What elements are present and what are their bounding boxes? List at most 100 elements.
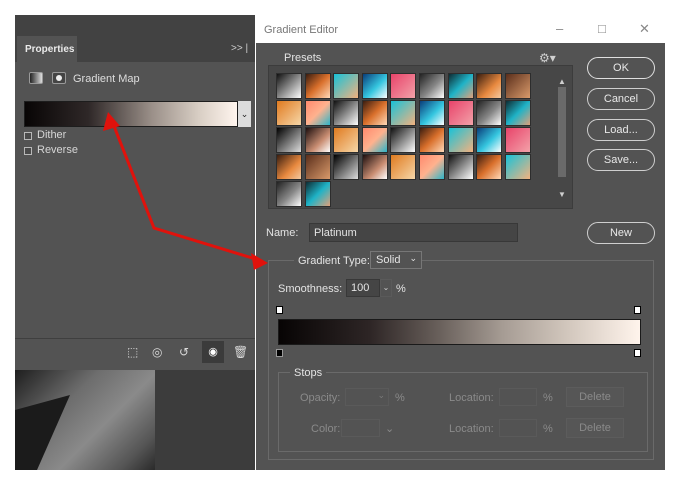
preset-swatch[interactable]: [304, 154, 331, 180]
opacity-location-label: Location:: [449, 392, 494, 404]
reverse-label: Reverse: [37, 144, 78, 156]
minimize-icon[interactable]: –: [556, 21, 563, 36]
opacity-location-input[interactable]: [499, 388, 537, 406]
gradient-type-value: Solid: [376, 254, 401, 266]
preset-swatch[interactable]: [447, 154, 474, 180]
preset-swatch[interactable]: [333, 127, 360, 153]
view-previous-state-icon[interactable]: ◎: [152, 345, 162, 359]
stops-label: Stops: [290, 367, 327, 379]
color-swatch-field[interactable]: [341, 419, 380, 437]
opacity-label: Opacity:: [300, 392, 341, 404]
visibility-eye-icon[interactable]: ◉: [202, 341, 224, 363]
preset-swatch[interactable]: [504, 73, 531, 99]
preset-swatch[interactable]: [333, 100, 360, 126]
color-stop-right[interactable]: [634, 349, 641, 357]
delete-trash-icon[interactable]: 🗑: [233, 345, 248, 359]
color-stop-left[interactable]: [276, 349, 283, 357]
preset-swatch[interactable]: [504, 127, 531, 153]
delete-opacity-stop-button[interactable]: Delete: [566, 387, 624, 407]
preset-swatch[interactable]: [276, 154, 302, 180]
preset-swatch[interactable]: [304, 100, 331, 126]
color-location-label: Location:: [449, 423, 494, 435]
preset-swatch[interactable]: [504, 100, 531, 126]
delete-color-stop-button[interactable]: Delete: [566, 418, 624, 438]
preset-swatch[interactable]: [361, 100, 388, 126]
preset-swatch[interactable]: [276, 181, 302, 207]
tab-properties[interactable]: Properties: [17, 36, 77, 62]
preset-swatch-grid: [276, 73, 561, 207]
clip-to-layer-icon[interactable]: ⬚: [127, 345, 138, 359]
gradient-dropdown-icon[interactable]: ⌄: [238, 101, 251, 127]
load-button[interactable]: Load...: [587, 119, 655, 141]
preset-swatch[interactable]: [304, 127, 331, 153]
scroll-up-icon[interactable]: ▲: [558, 77, 566, 86]
preset-swatch[interactable]: [476, 100, 503, 126]
preset-swatch[interactable]: [333, 73, 360, 99]
preset-swatch[interactable]: [476, 154, 503, 180]
preset-swatch[interactable]: [361, 73, 388, 99]
preset-swatch[interactable]: [361, 154, 388, 180]
smoothness-input[interactable]: 100: [346, 279, 380, 297]
opacity-stop-left[interactable]: [276, 306, 283, 314]
panel-menu-icon[interactable]: >> |: [231, 43, 248, 54]
preset-swatch[interactable]: [447, 100, 474, 126]
gradient-type-label: Gradient Type:: [294, 255, 374, 267]
gradient-map-preview[interactable]: [24, 101, 238, 127]
preset-swatch[interactable]: [276, 73, 302, 99]
preset-swatch[interactable]: [390, 73, 417, 99]
preset-swatch[interactable]: [419, 100, 445, 126]
new-button[interactable]: New: [587, 222, 655, 244]
cancel-button[interactable]: Cancel: [587, 88, 655, 110]
chevron-down-icon: ⌄: [377, 390, 385, 400]
opacity-stop-right[interactable]: [634, 306, 641, 314]
preset-swatch[interactable]: [447, 73, 474, 99]
gradient-bar[interactable]: [278, 319, 641, 345]
preset-swatch[interactable]: [390, 127, 417, 153]
opacity-location-percent: %: [543, 392, 553, 404]
name-label: Name:: [266, 227, 299, 239]
gradient-editor-dialog: Gradient Editor – □ ✕ Presets ⚙▾ ▲ ▼ OK …: [256, 15, 665, 470]
name-input[interactable]: Platinum: [309, 223, 518, 242]
save-button[interactable]: Save...: [587, 149, 655, 171]
preset-swatch[interactable]: [390, 154, 417, 180]
maximize-icon[interactable]: □: [598, 21, 606, 36]
color-location-percent: %: [543, 423, 553, 435]
layer-mask-icon[interactable]: [52, 72, 66, 84]
preset-swatch[interactable]: [276, 127, 302, 153]
preset-swatch[interactable]: [390, 100, 417, 126]
presets-scrollbar[interactable]: [558, 87, 566, 177]
close-icon[interactable]: ✕: [639, 21, 650, 37]
dialog-title: Gradient Editor: [264, 24, 338, 36]
preset-swatch[interactable]: [419, 127, 445, 153]
preset-swatch[interactable]: [361, 127, 388, 153]
smoothness-label: Smoothness:: [278, 283, 343, 295]
preset-swatch[interactable]: [447, 127, 474, 153]
preset-swatch[interactable]: [476, 73, 503, 99]
stops-group: [278, 372, 648, 452]
preset-swatch[interactable]: [419, 154, 445, 180]
gradient-type-select[interactable]: Solid ⌄: [370, 251, 422, 269]
preset-swatch[interactable]: [504, 154, 531, 180]
gear-icon[interactable]: ⚙▾: [539, 51, 556, 65]
reset-icon[interactable]: ↺: [179, 345, 189, 359]
scroll-down-icon[interactable]: ▼: [558, 190, 566, 199]
color-label: Color:: [311, 423, 341, 435]
chevron-down-icon: ⌄: [409, 253, 417, 263]
dither-label: Dither: [37, 129, 67, 141]
preset-swatch[interactable]: [333, 154, 360, 180]
smoothness-dropdown-icon[interactable]: ⌄: [380, 279, 392, 297]
preset-swatch[interactable]: [476, 127, 503, 153]
reverse-checkbox[interactable]: [24, 147, 32, 155]
ok-button[interactable]: OK: [587, 57, 655, 79]
preset-swatch[interactable]: [304, 73, 331, 99]
preset-swatch[interactable]: [304, 181, 331, 207]
preset-swatch[interactable]: [419, 73, 445, 99]
opacity-percent: %: [395, 392, 405, 404]
preset-swatch[interactable]: [276, 100, 302, 126]
color-location-input[interactable]: [499, 419, 537, 437]
dither-checkbox[interactable]: [24, 132, 32, 140]
color-dropdown-icon[interactable]: ⌄: [385, 422, 394, 435]
opacity-input[interactable]: ⌄: [345, 388, 389, 406]
smoothness-unit: %: [396, 283, 406, 295]
adjustment-title: Gradient Map: [73, 73, 140, 85]
